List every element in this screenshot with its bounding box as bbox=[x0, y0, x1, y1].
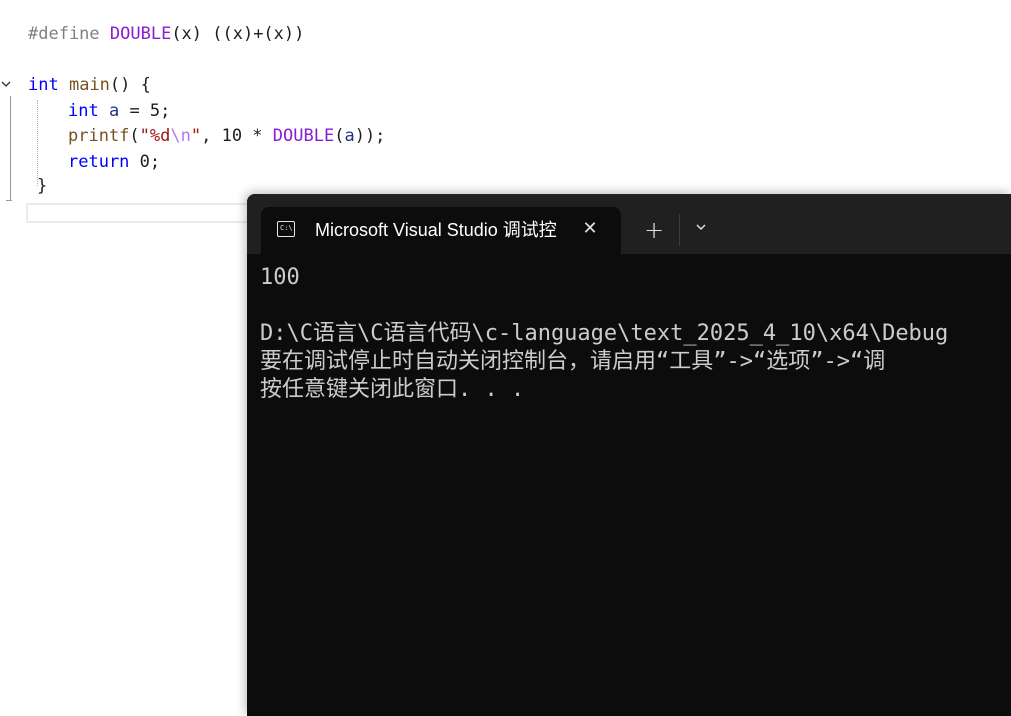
token-keyword: int bbox=[28, 75, 59, 95]
output-line: D:\C语言\C语言代码\c-language\text_2025_4_10\x… bbox=[260, 321, 949, 346]
terminal-window[interactable]: C:\ Microsoft Visual Studio 调试控 ✕ + 100 … bbox=[247, 194, 1011, 716]
token-text: = 5; bbox=[119, 101, 171, 121]
code-line-return[interactable]: return 0; bbox=[68, 150, 160, 174]
output-line: 要在调试停止时自动关闭控制台，请启用“工具”->“选项”->“调 bbox=[260, 349, 886, 374]
token-variable: a bbox=[344, 126, 355, 146]
token-string: " bbox=[190, 126, 202, 146]
terminal-output[interactable]: 100 D:\C语言\C语言代码\c-language\text_2025_4_… bbox=[260, 264, 1011, 404]
token-text: , 10 * bbox=[201, 126, 273, 146]
code-line-close-brace[interactable]: } bbox=[37, 174, 47, 198]
tab-title: Microsoft Visual Studio 调试控 bbox=[315, 220, 557, 240]
code-line-printf[interactable]: printf("%d\n", 10 * DOUBLE(a)); bbox=[68, 124, 385, 148]
output-line: 按任意键关闭此窗口. . . bbox=[260, 377, 525, 402]
token-keyword: return bbox=[68, 152, 130, 172]
token-text: ( bbox=[129, 126, 140, 146]
token-text: (x) ((x)+(x)) bbox=[171, 24, 305, 44]
token-function: main bbox=[68, 75, 110, 95]
close-tab-button[interactable]: ✕ bbox=[579, 217, 601, 241]
terminal-tab[interactable]: C:\ Microsoft Visual Studio 调试控 ✕ bbox=[261, 207, 621, 254]
token-text: 0; bbox=[129, 152, 161, 172]
token-preprocessor: #define bbox=[28, 24, 110, 44]
token-macro: DOUBLE bbox=[109, 24, 172, 44]
terminal-title-bar[interactable]: C:\ Microsoft Visual Studio 调试控 ✕ + bbox=[247, 194, 1011, 254]
fold-guide-end bbox=[6, 200, 12, 201]
token-string: "%d bbox=[139, 126, 171, 146]
token-function: printf bbox=[68, 126, 130, 146]
token-escape: \n bbox=[170, 126, 191, 146]
tab-divider bbox=[679, 214, 680, 246]
collapse-chevron-icon[interactable] bbox=[0, 78, 14, 92]
output-line: 100 bbox=[260, 265, 300, 290]
token-text: } bbox=[37, 176, 48, 196]
token-text: () { bbox=[109, 75, 151, 95]
chevron-down-icon bbox=[696, 224, 706, 231]
token-variable: a bbox=[108, 101, 120, 121]
code-line-int-a[interactable]: int a = 5; bbox=[68, 99, 170, 123]
tab-dropdown-button[interactable] bbox=[687, 216, 715, 244]
token-macro: DOUBLE bbox=[272, 126, 335, 146]
token-keyword: int bbox=[68, 101, 99, 121]
token-text: )); bbox=[354, 126, 386, 146]
code-line-define[interactable]: #define DOUBLE(x) ((x)+(x)) bbox=[28, 22, 304, 46]
terminal-icon: C:\ bbox=[277, 221, 295, 237]
new-tab-button[interactable]: + bbox=[639, 216, 669, 244]
code-line-main[interactable]: int main() { bbox=[28, 73, 151, 97]
token-text: ( bbox=[334, 126, 345, 146]
fold-guide-line bbox=[10, 96, 11, 200]
